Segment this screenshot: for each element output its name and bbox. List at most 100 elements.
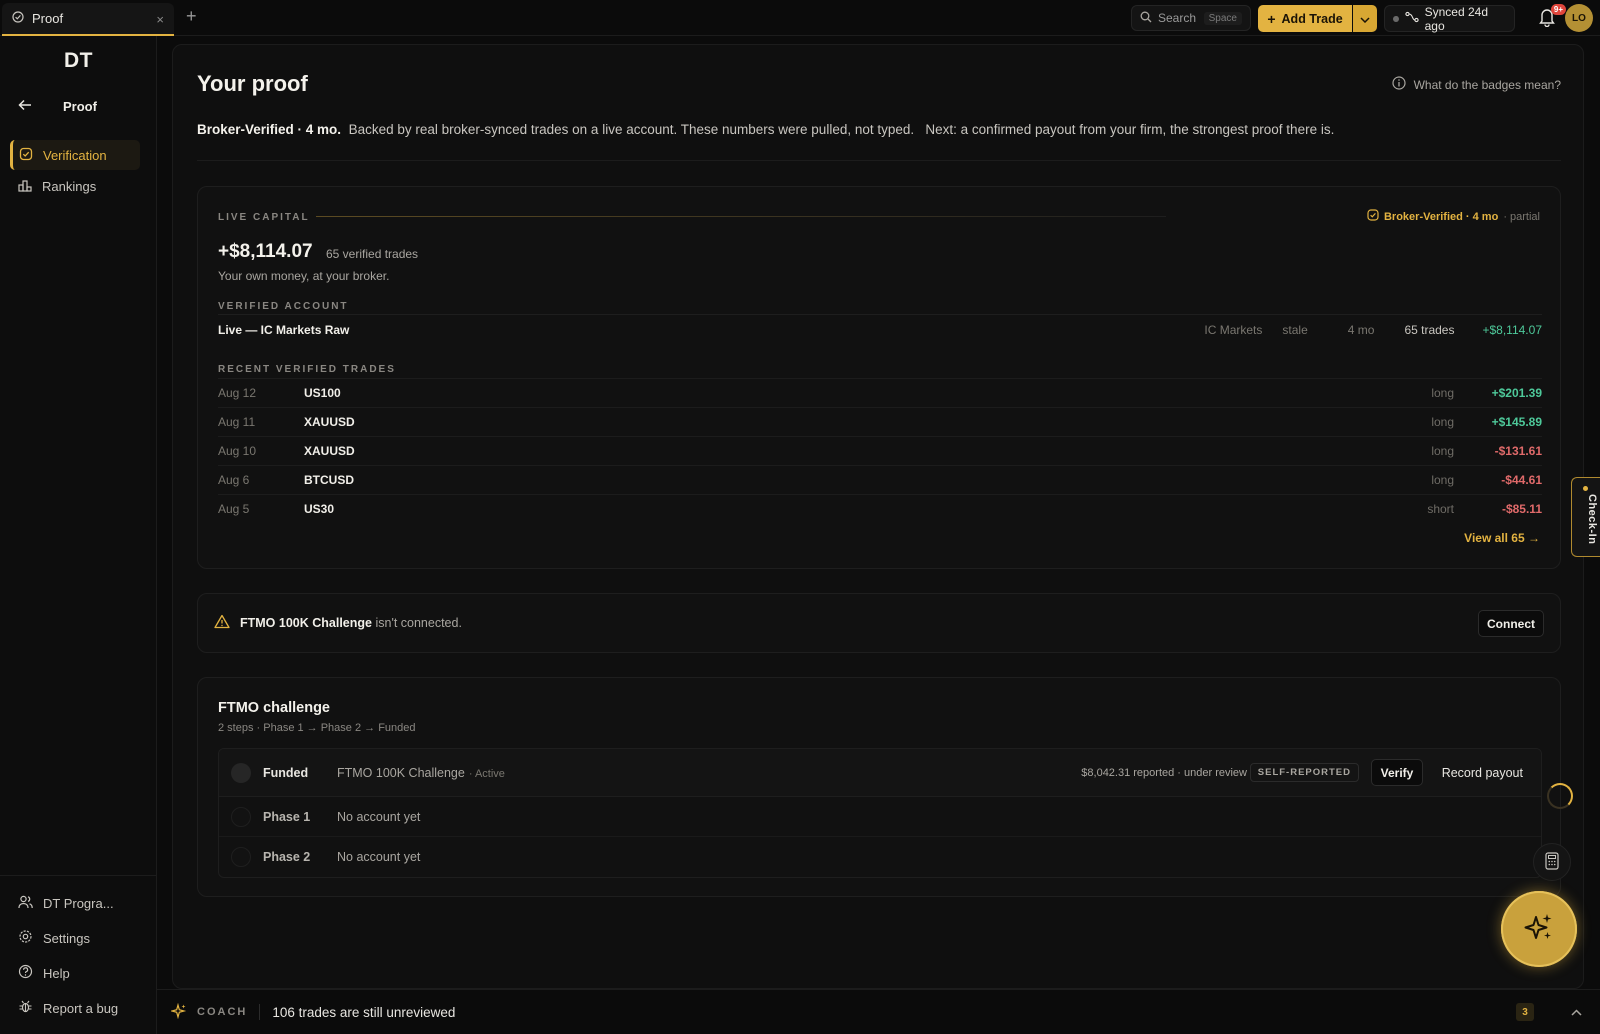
- sparkle-icon: [1522, 911, 1556, 948]
- live-capital-card: LIVE CAPITAL Broker-Verified · 4 mo · pa…: [197, 186, 1561, 569]
- bell-icon: [1538, 9, 1556, 30]
- live-capital-amount: +$8,114.07: [218, 241, 313, 262]
- table-row[interactable]: Aug 12 US100 long +$201.39: [218, 378, 1542, 407]
- users-icon: [18, 895, 33, 912]
- sidebar-item-help[interactable]: Help: [18, 962, 153, 984]
- sidebar-item-rankings[interactable]: Rankings: [10, 171, 140, 201]
- check-in-label: Check-In: [1586, 494, 1598, 545]
- account-meta: IC Markets stale 4 mo 65 trades +$8,114.…: [1184, 323, 1542, 337]
- table-row[interactable]: Aug 11 XAUUSD long +$145.89: [218, 407, 1542, 436]
- gear-icon: [18, 929, 33, 947]
- step-description: No account yet: [337, 850, 421, 864]
- sidebar-divider: [0, 875, 157, 876]
- step-status-dot: [231, 762, 251, 783]
- account-status: stale: [1282, 322, 1308, 337]
- divider: [259, 1004, 261, 1020]
- sidebar-item-label: Settings: [43, 930, 90, 946]
- account-broker: IC Markets: [1204, 322, 1263, 337]
- ftmo-title: FTMO challenge: [218, 700, 330, 716]
- account-age: 4 mo: [1347, 322, 1375, 337]
- notifications-button[interactable]: 9+: [1538, 4, 1566, 30]
- self-reported-badge: SELF-REPORTED: [1249, 763, 1359, 782]
- trade-symbol: XAUUSD: [304, 444, 355, 458]
- add-trade-dropdown[interactable]: [1353, 5, 1377, 32]
- trade-date: Aug 10: [218, 444, 257, 458]
- trade-side: long: [1431, 386, 1454, 400]
- step-funded[interactable]: Funded FTMO 100K Challenge · Active $8,04…: [219, 749, 1541, 797]
- tab-proof[interactable]: Proof ×: [2, 3, 174, 36]
- coach-bar[interactable]: COACH 106 trades are still unreviewed 3: [157, 989, 1600, 1034]
- search-button[interactable]: Search Space: [1131, 5, 1251, 31]
- check-in-tab[interactable]: Check-In: [1571, 477, 1600, 557]
- trade-pnl: -$131.61: [1494, 444, 1542, 458]
- proof-headline: Broker-Verified · 4 mo.: [197, 122, 342, 137]
- trade-symbol: XAUUSD: [304, 415, 355, 429]
- view-all-trades-link[interactable]: View all 65 →: [1464, 531, 1540, 545]
- back-row: Proof: [18, 96, 148, 116]
- account-name: Live — IC Markets Raw: [218, 322, 350, 337]
- sidebar-item-report-bug[interactable]: Report a bug: [18, 997, 153, 1019]
- verified-account-row[interactable]: Live — IC Markets Raw IC Markets stale 4…: [218, 314, 1542, 344]
- record-payout-button[interactable]: Record payout: [1442, 766, 1523, 780]
- search-icon: [1140, 11, 1152, 26]
- coach-message: 106 trades are still unreviewed: [272, 1004, 456, 1020]
- trade-side: long: [1431, 444, 1454, 458]
- badges-help-link[interactable]: What do the badges mean?: [1391, 76, 1561, 93]
- sidebar-item-label: Rankings: [42, 178, 97, 194]
- search-label: Search: [1158, 11, 1197, 25]
- close-icon[interactable]: ×: [156, 12, 164, 27]
- plus-icon: +: [1267, 10, 1276, 27]
- add-trade-label: Add Trade: [1281, 11, 1343, 26]
- info-icon: [1391, 76, 1406, 93]
- step-phase-2[interactable]: Phase 2 No account yet: [219, 837, 1541, 877]
- warning-account-name: FTMO 100K Challenge: [240, 616, 372, 630]
- new-tab-button[interactable]: +: [186, 6, 197, 27]
- account-pnl: +$8,114.07: [1482, 322, 1542, 337]
- step-status-dot: [231, 847, 251, 867]
- table-row[interactable]: Aug 6 BTCUSD long -$44.61: [218, 465, 1542, 494]
- sync-label: Synced 24d ago: [1424, 4, 1489, 33]
- verify-button[interactable]: Verify: [1371, 759, 1423, 786]
- connect-button[interactable]: Connect: [1478, 610, 1544, 637]
- verified-trade-count: 65 verified trades: [326, 247, 419, 261]
- sync-status-button[interactable]: Synced 24d ago: [1384, 4, 1515, 33]
- add-trade-button[interactable]: + Add Trade: [1258, 5, 1352, 32]
- badge-check-icon: [12, 11, 24, 26]
- trade-pnl: -$44.61: [1501, 473, 1542, 487]
- warning-text: FTMO 100K Challenge isn't connected.: [240, 616, 462, 630]
- trade-date: Aug 6: [218, 473, 250, 487]
- logo: DT: [64, 49, 93, 72]
- sync-status-dot: [1393, 15, 1399, 22]
- account-trades: 65 trades: [1404, 322, 1455, 337]
- trade-side: long: [1431, 415, 1454, 429]
- sidebar-item-settings[interactable]: Settings: [18, 927, 153, 949]
- sidebar-item-verification[interactable]: Verification: [10, 140, 140, 170]
- live-capital-subtext: Your own money, at your broker.: [218, 269, 390, 283]
- arrow-left-icon[interactable]: [18, 99, 32, 114]
- sidebar-section-title: Proof: [63, 98, 97, 114]
- live-capital-label: LIVE CAPITAL: [218, 212, 310, 223]
- proof-next: Next: a confirmed payout from your firm,…: [925, 122, 1335, 137]
- trade-symbol: US30: [304, 502, 335, 516]
- reported-amount: $8,042.31 reported · under review: [1081, 766, 1247, 779]
- badge-suffix: · partial: [1503, 210, 1540, 223]
- sparkle-icon: [169, 1002, 187, 1022]
- notification-badge: 9+: [1550, 4, 1566, 15]
- trade-date: Aug 11: [218, 415, 256, 429]
- step-phase-1[interactable]: Phase 1 No account yet: [219, 797, 1541, 837]
- main-panel: Your proof What do the badges mean? Brok…: [172, 44, 1584, 989]
- badge-label: Broker-Verified · 4 mo: [1383, 210, 1499, 223]
- chevron-down-icon: [1360, 12, 1370, 26]
- calculator-button[interactable]: [1533, 843, 1571, 881]
- coach-label: COACH: [197, 1006, 248, 1018]
- step-status-dot: [231, 806, 251, 827]
- table-row[interactable]: Aug 10 XAUUSD long -$131.61: [218, 436, 1542, 465]
- table-row[interactable]: Aug 5 US30 short -$85.11: [218, 494, 1542, 523]
- avatar[interactable]: LO: [1565, 4, 1593, 32]
- step-name: Phase 1: [263, 809, 311, 824]
- ai-assistant-button[interactable]: [1501, 891, 1577, 967]
- chevron-up-icon[interactable]: [1571, 1005, 1582, 1019]
- sidebar-item-dt-program[interactable]: DT Progra...: [18, 892, 153, 914]
- step-description: No account yet: [337, 809, 421, 824]
- step-name: Funded: [263, 765, 309, 780]
